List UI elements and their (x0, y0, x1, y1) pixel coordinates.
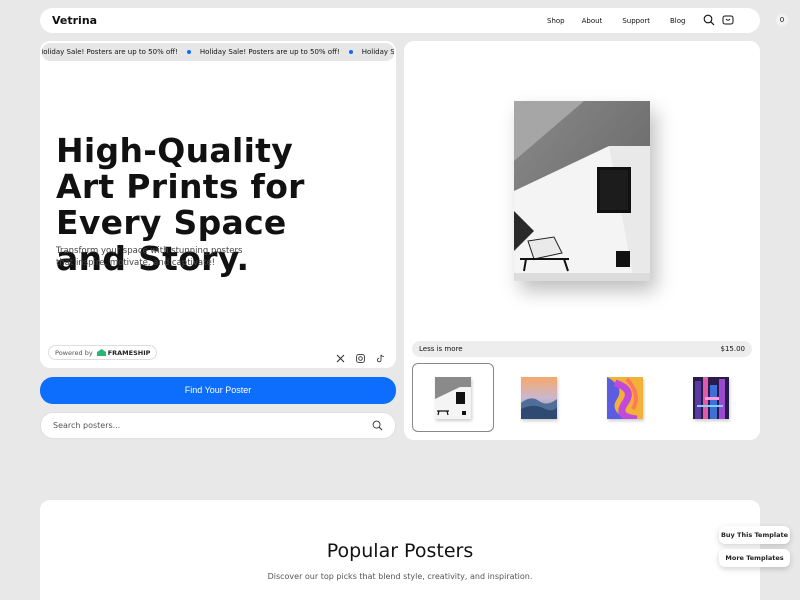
more-templates-button[interactable]: More Templates (719, 549, 790, 567)
tiktok-icon[interactable] (376, 348, 385, 363)
poster-image[interactable] (514, 101, 650, 281)
search-input[interactable] (53, 421, 372, 430)
product-card: Less is more $15.00 (404, 41, 760, 440)
ticker-dot (348, 50, 353, 54)
search-icon[interactable] (372, 420, 383, 431)
logo[interactable]: Vetrina (52, 14, 97, 27)
frameship-logo-icon (96, 349, 106, 356)
product-name: Less is more (419, 345, 463, 353)
x-icon[interactable] (336, 348, 345, 363)
frameship-brand: FRAMESHIP (107, 348, 151, 357)
product-price: $15.00 (720, 345, 746, 353)
hero-card: Holiday Sale! Posters are up to 50% off!… (40, 41, 396, 368)
hero-subtitle: Transform your space with stunning poste… (56, 246, 243, 268)
thumbnail-mountain[interactable] (498, 363, 580, 432)
nav-about[interactable]: About (582, 17, 603, 25)
cart-count: 0 (776, 14, 788, 26)
ticker-text: Holiday Sale! Posters are up to 50% off! (199, 48, 340, 56)
popular-title: Popular Posters (326, 540, 474, 562)
thumbnail-strip (412, 363, 752, 433)
ticker-text: Holiday Sale! Posters are up to 50% off! (361, 48, 394, 56)
thumbnail-neon-city[interactable] (670, 363, 752, 432)
nav-shop[interactable]: Shop (547, 17, 565, 25)
sale-ticker: Holiday Sale! Posters are up to 50% off!… (42, 43, 394, 61)
buy-template-button[interactable]: Buy This Template (719, 526, 790, 544)
nav-support[interactable]: Support (622, 17, 650, 25)
search-bar (40, 412, 396, 439)
ticker-text: Holiday Sale! Posters are up to 50% off! (42, 48, 178, 56)
top-nav: Vetrina Shop About Support Blog 0 (40, 8, 788, 33)
find-poster-button[interactable]: Find Your Poster (40, 377, 396, 404)
search-icon[interactable] (703, 14, 715, 26)
nav-blog[interactable]: Blog (670, 17, 685, 25)
nav-links: Shop About Support Blog (547, 17, 705, 25)
thumbnail-abstract[interactable] (584, 363, 666, 432)
ticker-dot (186, 50, 191, 54)
product-info-bar: Less is more $15.00 (412, 341, 752, 357)
popular-subtitle: Discover our top picks that blend style,… (267, 572, 533, 581)
thumbnail-less-is-more[interactable] (412, 363, 494, 432)
powered-by-badge[interactable]: Powered by FRAMESHIP (48, 345, 158, 360)
powered-by-label: Powered by (55, 348, 93, 357)
cart-icon[interactable] (722, 14, 734, 26)
popular-section: Popular Posters Discover our top picks t… (40, 500, 760, 600)
instagram-icon[interactable] (356, 348, 365, 363)
social-links (336, 348, 385, 363)
